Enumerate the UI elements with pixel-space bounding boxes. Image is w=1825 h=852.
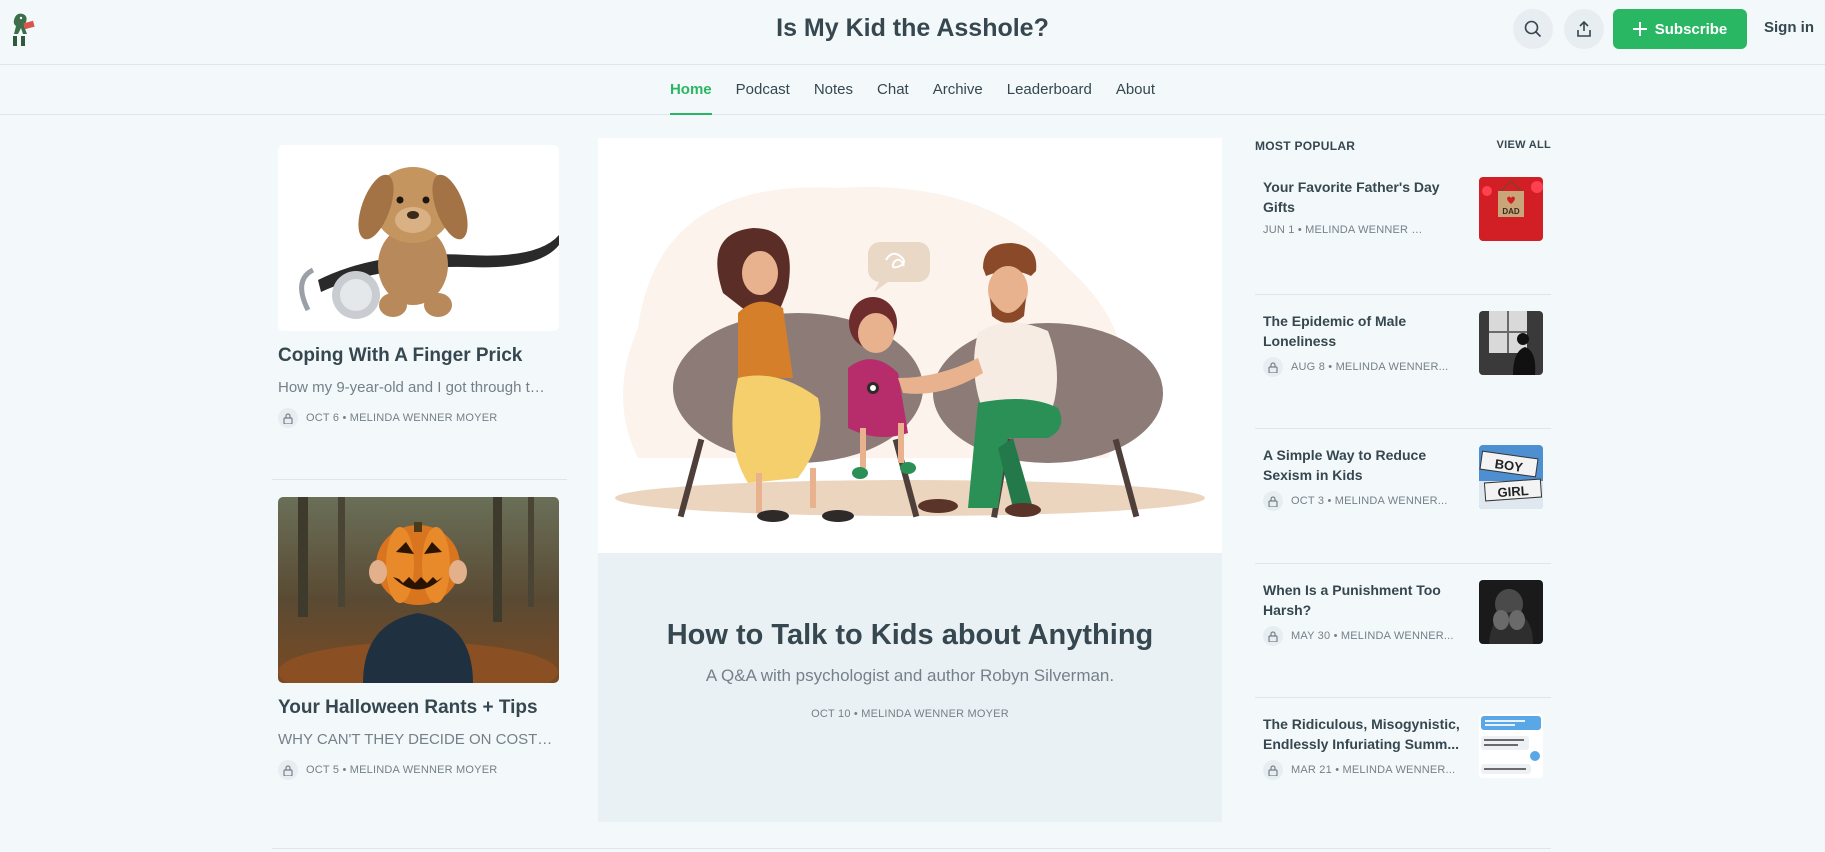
lock-icon bbox=[1263, 491, 1283, 511]
lock-icon bbox=[278, 760, 298, 780]
lock-icon bbox=[1263, 760, 1283, 780]
popular-item-title[interactable]: Your Favorite Father's Day Gifts bbox=[1263, 177, 1468, 217]
site-header: Is My Kid the Asshole? Subscribe Sign in bbox=[0, 0, 1825, 65]
post-meta: OCT 6 • MELINDA WENNER MOYER bbox=[278, 408, 559, 428]
svg-text:DAD: DAD bbox=[1502, 207, 1520, 216]
featured-post[interactable]: How to Talk to Kids about Anything A Q&A… bbox=[598, 138, 1222, 822]
plus-icon bbox=[1632, 22, 1647, 36]
post-image-pumpkin[interactable] bbox=[278, 497, 559, 683]
nav-podcast[interactable]: Podcast bbox=[724, 65, 802, 115]
featured-subtitle[interactable]: A Q&A with psychologist and author Robyn… bbox=[598, 666, 1222, 686]
popular-thumb-punishment[interactable] bbox=[1479, 580, 1543, 644]
lock-icon bbox=[278, 408, 298, 428]
popular-item-title[interactable]: The Ridiculous, Misogynistic, Endlessly … bbox=[1263, 714, 1468, 754]
featured-meta: OCT 10 • MELINDA WENNER MOYER bbox=[811, 708, 1009, 720]
popular-item-date-author: MAY 30 • MELINDA WENNER... bbox=[1291, 630, 1454, 642]
share-icon bbox=[1577, 20, 1591, 37]
popular-item-date-author: JUN 1 • MELINDA WENNER MOYER bbox=[1263, 224, 1429, 236]
search-icon bbox=[1524, 20, 1542, 38]
site-logo[interactable] bbox=[4, 6, 38, 50]
popular-item-title[interactable]: When Is a Punishment Too Harsh? bbox=[1263, 580, 1468, 620]
post-image-plush-dog[interactable] bbox=[278, 145, 559, 331]
post-card[interactable]: Coping With A Finger Prick How my 9-year… bbox=[278, 145, 559, 428]
popular-thumb-fathers-day[interactable]: DAD bbox=[1479, 177, 1543, 241]
popular-item-date-author: AUG 8 • MELINDA WENNER... bbox=[1291, 361, 1449, 373]
sign-in-link[interactable]: Sign in bbox=[1764, 19, 1814, 36]
subscribe-button[interactable]: Subscribe bbox=[1613, 9, 1747, 49]
post-meta: OCT 5 • MELINDA WENNER MOYER bbox=[278, 760, 559, 780]
subscribe-label: Subscribe bbox=[1654, 20, 1728, 38]
svg-text:GIRL: GIRL bbox=[1497, 483, 1529, 500]
lock-icon bbox=[1263, 357, 1283, 377]
featured-title[interactable]: How to Talk to Kids about Anything bbox=[598, 619, 1222, 652]
post-date-author: OCT 5 • MELINDA WENNER MOYER bbox=[306, 764, 498, 776]
featured-body: How to Talk to Kids about Anything A Q&A… bbox=[598, 553, 1222, 822]
search-button[interactable] bbox=[1513, 9, 1553, 49]
post-title[interactable]: Your Halloween Rants + Tips bbox=[278, 697, 559, 719]
popular-item-date-author: OCT 3 • MELINDA WENNER... bbox=[1291, 495, 1448, 507]
post-subtitle[interactable]: WHY CAN'T THEY DECIDE ON COSTUM... bbox=[278, 731, 553, 748]
post-card[interactable]: Your Halloween Rants + Tips WHY CAN'T TH… bbox=[278, 497, 559, 780]
most-popular-header: MOST POPULAR VIEW ALL bbox=[1255, 139, 1551, 153]
popular-item-meta: AUG 8 • MELINDA WENNER... bbox=[1263, 357, 1448, 377]
popular-thumb-boy-girl[interactable]: BOY GIRL bbox=[1479, 445, 1543, 509]
nav-leaderboard[interactable]: Leaderboard bbox=[995, 65, 1104, 115]
popular-thumb-screenshot[interactable] bbox=[1479, 714, 1543, 778]
share-button[interactable] bbox=[1564, 9, 1604, 49]
nav-archive[interactable]: Archive bbox=[921, 65, 995, 115]
popular-thumb-loneliness[interactable] bbox=[1479, 311, 1543, 375]
popular-item-meta: MAY 30 • MELINDA WENNER... bbox=[1263, 626, 1454, 646]
lock-icon bbox=[1263, 626, 1283, 646]
divider bbox=[1255, 294, 1551, 295]
post-subtitle[interactable]: How my 9-year-old and I got through the.… bbox=[278, 379, 553, 396]
divider bbox=[1255, 563, 1551, 564]
nav-about[interactable]: About bbox=[1104, 65, 1167, 115]
popular-item-title[interactable]: The Epidemic of Male Loneliness bbox=[1263, 311, 1468, 351]
featured-illustration[interactable] bbox=[598, 138, 1222, 553]
divider bbox=[1255, 697, 1551, 698]
nav-notes[interactable]: Notes bbox=[802, 65, 865, 115]
popular-item-date-author: MAR 21 • MELINDA WENNER... bbox=[1291, 764, 1456, 776]
nav-chat[interactable]: Chat bbox=[865, 65, 921, 115]
popular-item-meta: JUN 1 • MELINDA WENNER MOYER bbox=[1263, 224, 1429, 236]
main-nav: Home Podcast Notes Chat Archive Leaderbo… bbox=[0, 65, 1825, 115]
post-date-author: OCT 6 • MELINDA WENNER MOYER bbox=[306, 412, 498, 424]
divider bbox=[1255, 428, 1551, 429]
popular-item-title[interactable]: A Simple Way to Reduce Sexism in Kids bbox=[1263, 445, 1468, 485]
most-popular-heading: MOST POPULAR bbox=[1255, 139, 1356, 153]
divider bbox=[272, 848, 1551, 849]
popular-item-meta: MAR 21 • MELINDA WENNER... bbox=[1263, 760, 1455, 780]
popular-item-meta: OCT 3 • MELINDA WENNER... bbox=[1263, 491, 1448, 511]
post-title[interactable]: Coping With A Finger Prick bbox=[278, 345, 559, 367]
divider bbox=[272, 479, 567, 480]
view-all-link[interactable]: VIEW ALL bbox=[1496, 139, 1551, 153]
nav-home[interactable]: Home bbox=[658, 65, 724, 115]
